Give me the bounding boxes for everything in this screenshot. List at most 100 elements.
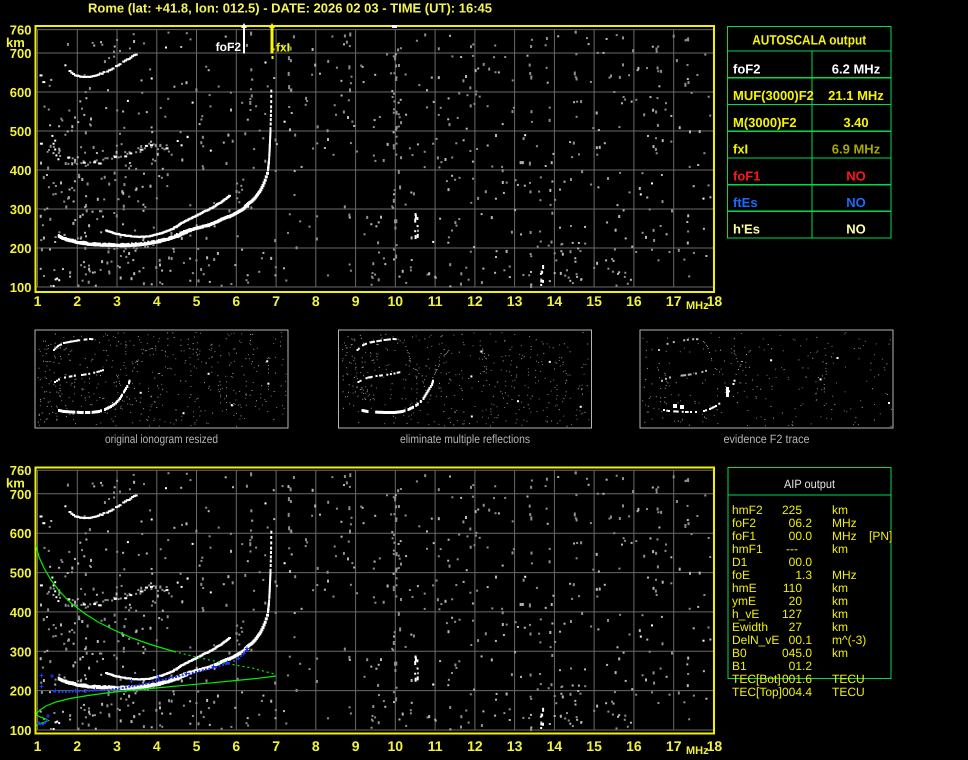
svg-text:eliminate multiple reflections: eliminate multiple reflections xyxy=(400,432,530,446)
svg-text:15: 15 xyxy=(586,293,602,309)
svg-text:27: 27 xyxy=(789,620,803,634)
svg-text:045: 045 xyxy=(782,646,802,660)
svg-text:km: km xyxy=(832,620,848,634)
svg-text:5: 5 xyxy=(193,738,201,754)
svg-text:16: 16 xyxy=(626,738,642,754)
svg-text:6: 6 xyxy=(232,738,240,754)
svg-text:AIP output: AIP output xyxy=(784,477,836,491)
svg-text:km: km xyxy=(6,35,25,50)
svg-text:[PN]: [PN] xyxy=(869,529,892,543)
svg-text:foF1: foF1 xyxy=(733,168,760,183)
svg-text:17: 17 xyxy=(666,293,682,309)
svg-text:km: km xyxy=(6,476,25,491)
svg-text:km: km xyxy=(832,503,848,517)
svg-text:2: 2 xyxy=(73,293,81,309)
svg-text:m^(-3): m^(-3) xyxy=(832,633,866,647)
svg-text:4: 4 xyxy=(153,738,161,754)
svg-text:km: km xyxy=(832,581,848,595)
svg-text:DelN_vE: DelN_vE xyxy=(732,633,779,647)
svg-text:17: 17 xyxy=(666,738,682,754)
svg-text:hmF1: hmF1 xyxy=(732,542,763,556)
svg-text:MHz: MHz xyxy=(686,300,709,312)
svg-text:h_vE: h_vE xyxy=(732,607,759,621)
svg-text:06: 06 xyxy=(789,516,803,530)
svg-text:9: 9 xyxy=(352,293,360,309)
svg-text:600: 600 xyxy=(10,85,32,100)
svg-text:6: 6 xyxy=(232,293,240,309)
svg-text:.3: .3 xyxy=(802,568,812,582)
svg-text:500: 500 xyxy=(10,566,32,581)
svg-text:M(3000)F2: M(3000)F2 xyxy=(733,115,797,130)
svg-text:500: 500 xyxy=(10,124,32,139)
svg-text:2: 2 xyxy=(73,738,81,754)
svg-text:600: 600 xyxy=(10,526,32,541)
svg-text:fxI: fxI xyxy=(733,142,748,157)
svg-text:8: 8 xyxy=(312,738,320,754)
svg-text:400: 400 xyxy=(10,163,32,178)
svg-text:00: 00 xyxy=(789,555,803,569)
svg-text:foF2: foF2 xyxy=(216,40,242,54)
svg-text:km: km xyxy=(832,607,848,621)
svg-text:D1: D1 xyxy=(732,555,748,569)
svg-text:11: 11 xyxy=(428,293,443,309)
svg-text:4: 4 xyxy=(153,293,161,309)
svg-text:MHz: MHz xyxy=(832,568,857,582)
svg-text:km: km xyxy=(832,646,848,660)
svg-text:300: 300 xyxy=(10,644,32,659)
svg-text:---: --- xyxy=(786,542,798,556)
svg-text:fxI: fxI xyxy=(276,41,290,55)
svg-text:.0: .0 xyxy=(802,646,812,660)
svg-text:225: 225 xyxy=(782,503,802,517)
svg-text:00: 00 xyxy=(789,633,803,647)
svg-text:110: 110 xyxy=(783,581,802,595)
svg-text:20: 20 xyxy=(789,594,803,608)
svg-text:10: 10 xyxy=(388,293,404,309)
svg-text:NO: NO xyxy=(846,168,866,183)
svg-text:18: 18 xyxy=(707,738,723,754)
svg-text:h'Es: h'Es xyxy=(733,222,760,237)
svg-text:hmF2: hmF2 xyxy=(732,503,763,517)
svg-text:8: 8 xyxy=(312,293,320,309)
svg-text:B0: B0 xyxy=(732,646,747,660)
svg-text:ymE: ymE xyxy=(732,594,756,608)
svg-text:18: 18 xyxy=(707,293,723,309)
svg-text:Rome (lat: +41.8, lon: 012.5): Rome (lat: +41.8, lon: 012.5) - DATE: 20… xyxy=(88,1,492,16)
svg-text:13: 13 xyxy=(507,738,523,754)
svg-text:12: 12 xyxy=(467,293,483,309)
svg-text:12: 12 xyxy=(467,738,483,754)
svg-text:Ewidth: Ewidth xyxy=(732,620,768,634)
svg-text:.0: .0 xyxy=(802,555,812,569)
svg-text:00: 00 xyxy=(789,529,803,543)
svg-text:01: 01 xyxy=(789,659,803,673)
svg-text:200: 200 xyxy=(10,241,32,256)
svg-text:004: 004 xyxy=(782,685,802,699)
svg-text:6.9 MHz: 6.9 MHz xyxy=(832,142,881,157)
svg-text:7: 7 xyxy=(272,293,280,309)
svg-text:TECU: TECU xyxy=(832,685,865,699)
svg-text:TEC[Bot]: TEC[Bot] xyxy=(732,672,781,686)
svg-text:200: 200 xyxy=(10,684,32,699)
svg-text:NO: NO xyxy=(846,222,866,237)
svg-text:3: 3 xyxy=(113,738,121,754)
svg-text:300: 300 xyxy=(10,202,32,217)
svg-text:3: 3 xyxy=(113,293,121,309)
svg-text:10: 10 xyxy=(388,738,404,754)
svg-text:B1: B1 xyxy=(732,659,747,673)
svg-text:5: 5 xyxy=(193,293,201,309)
svg-text:14: 14 xyxy=(547,738,563,754)
svg-text:NO: NO xyxy=(846,195,866,210)
svg-text:original ionogram resized: original ionogram resized xyxy=(105,432,218,446)
svg-text:MUF(3000)F2: MUF(3000)F2 xyxy=(733,88,814,103)
svg-text:21.1 MHz: 21.1 MHz xyxy=(828,88,884,103)
svg-text:TEC[Top]: TEC[Top] xyxy=(732,685,782,699)
svg-text:13: 13 xyxy=(507,293,523,309)
svg-text:11: 11 xyxy=(428,738,443,754)
svg-text:14: 14 xyxy=(547,293,563,309)
svg-text:001: 001 xyxy=(782,672,802,686)
svg-text:.4: .4 xyxy=(802,685,812,699)
svg-text:foE: foE xyxy=(732,568,750,582)
svg-text:km: km xyxy=(832,542,848,556)
svg-text:foF2: foF2 xyxy=(733,61,760,76)
svg-text:100: 100 xyxy=(10,280,32,295)
svg-text:ftEs: ftEs xyxy=(733,195,758,210)
